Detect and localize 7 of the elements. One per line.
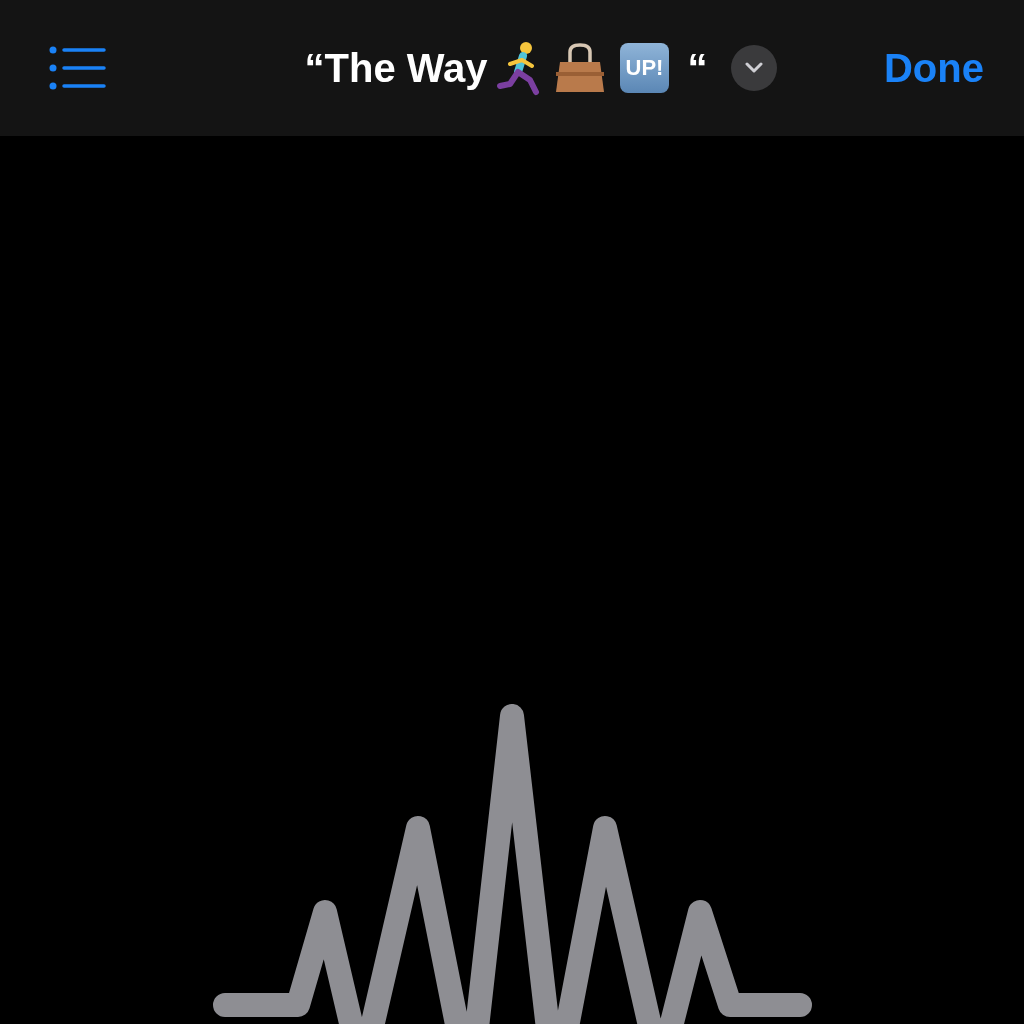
up-badge: UP! <box>619 43 670 93</box>
list-icon[interactable] <box>48 46 108 90</box>
chevron-down-icon[interactable] <box>731 45 778 91</box>
handbag-icon <box>553 42 606 94</box>
done-button[interactable]: Done <box>884 45 984 91</box>
shortcut-title: “The Way <box>304 45 488 91</box>
quote-mark: “ <box>687 45 708 91</box>
